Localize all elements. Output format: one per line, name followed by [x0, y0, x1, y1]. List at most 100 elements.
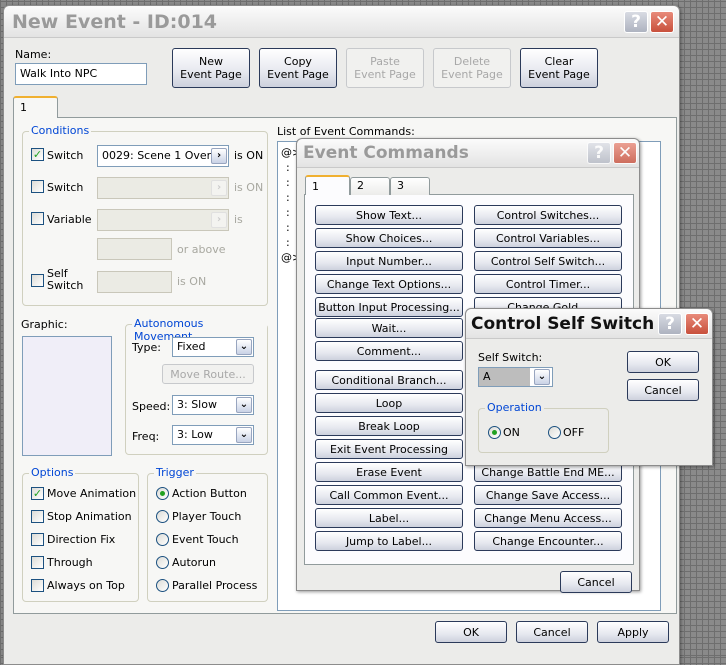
cancel-button[interactable]: Cancel	[516, 621, 588, 643]
command-button[interactable]: Jump to Label...	[315, 531, 463, 551]
option-label: Move Animation	[47, 487, 137, 500]
trigger-label: Player Touch	[172, 510, 242, 523]
option-label: Stop Animation	[47, 510, 132, 523]
trigger-radio[interactable]	[156, 487, 169, 500]
command-line[interactable]: :	[286, 161, 290, 174]
name-label: Name:	[15, 48, 52, 61]
switch2-label: Switch	[47, 181, 84, 194]
option-checkbox[interactable]	[31, 533, 44, 546]
option-checkbox[interactable]	[31, 556, 44, 569]
type-dropdown-icon[interactable]: ⌄	[236, 339, 252, 355]
command-button[interactable]: Show Text...	[315, 205, 463, 225]
switch1-field[interactable]: 0029: Scene 1 Over	[97, 145, 229, 167]
or-above-label: or above	[177, 243, 226, 256]
self-switch-title-bar[interactable]: Control Self Switch ? ✕	[466, 309, 712, 339]
command-button[interactable]: Label...	[315, 508, 463, 528]
command-button[interactable]: Wait...	[315, 318, 463, 338]
command-button[interactable]: Change Save Access...	[474, 485, 622, 505]
move-route-button: Move Route...	[162, 364, 254, 384]
ok-button[interactable]: OK	[435, 621, 507, 643]
self-switch-close-icon[interactable]: ✕	[685, 313, 709, 335]
trigger-radio[interactable]	[156, 556, 169, 569]
tab-page-1[interactable]: 1	[13, 96, 58, 118]
trigger-radio[interactable]	[156, 533, 169, 546]
command-button[interactable]: Comment...	[315, 341, 463, 361]
trigger-legend: Trigger	[154, 466, 196, 479]
option-checkbox[interactable]	[31, 510, 44, 523]
command-button[interactable]: Control Variables...	[474, 228, 622, 248]
apply-button[interactable]: Apply	[597, 621, 669, 643]
clear-event-page-button[interactable]: Clear Event Page	[520, 48, 598, 88]
commands-list-label: List of Event Commands:	[277, 125, 415, 138]
operation-on-label: ON	[503, 426, 520, 439]
event-commands-tab-1[interactable]: 1	[305, 175, 350, 195]
event-commands-title: Event Commands	[303, 143, 469, 163]
command-button[interactable]: Control Self Switch...	[474, 251, 622, 271]
self-switch-suffix: is ON	[177, 275, 207, 288]
freq-dropdown-icon[interactable]: ⌄	[236, 427, 252, 443]
self-switch-dialog-title: Control Self Switch	[471, 314, 655, 334]
command-line[interactable]: :	[286, 191, 290, 204]
event-commands-close-icon[interactable]: ✕	[613, 142, 637, 164]
command-button[interactable]: Control Timer...	[474, 274, 622, 294]
command-button[interactable]: Call Common Event...	[315, 485, 463, 505]
self-switch-ok-button[interactable]: OK	[627, 351, 699, 373]
switch1-suffix: is ON	[234, 149, 264, 162]
command-button[interactable]: Show Choices...	[315, 228, 463, 248]
command-button[interactable]: Loop	[315, 393, 463, 413]
trigger-label: Event Touch	[172, 533, 239, 546]
switch1-checkbox[interactable]: ✓	[31, 148, 44, 161]
command-button[interactable]: Exit Event Processing	[315, 439, 463, 459]
variable-checkbox[interactable]	[31, 212, 44, 225]
switch2-checkbox[interactable]	[31, 180, 44, 193]
paste-event-page-button: Paste Event Page	[346, 48, 424, 88]
command-button[interactable]: Change Menu Access...	[474, 508, 622, 528]
command-line[interactable]: :	[286, 176, 290, 189]
command-button[interactable]: Conditional Branch...	[315, 370, 463, 390]
command-line[interactable]: :	[286, 206, 290, 219]
conditions-legend: Conditions	[29, 124, 92, 137]
command-line[interactable]: :	[286, 236, 290, 249]
variable-label: Variable	[47, 213, 92, 226]
self-switch-dropdown-icon[interactable]: ⌄	[534, 369, 550, 385]
operation-legend: Operation	[485, 401, 544, 414]
event-commands-tab-3[interactable]: 3	[390, 177, 430, 195]
self-switch-help-icon[interactable]: ?	[658, 313, 682, 335]
new-event-page-button[interactable]: New Event Page	[172, 48, 250, 88]
event-commands-cancel-button[interactable]: Cancel	[560, 571, 632, 593]
self-switch-cancel-button[interactable]: Cancel	[627, 379, 699, 401]
trigger-radio[interactable]	[156, 510, 169, 523]
option-checkbox[interactable]	[31, 579, 44, 592]
command-button[interactable]: Input Number...	[315, 251, 463, 271]
self-switch-checkbox[interactable]	[31, 274, 44, 287]
option-checkbox[interactable]: ✓	[31, 487, 44, 500]
graphic-preview[interactable]	[22, 336, 112, 456]
trigger-label: Action Button	[172, 487, 247, 500]
command-button[interactable]: Change Encounter...	[474, 531, 622, 551]
copy-event-page-button[interactable]: Copy Event Page	[259, 48, 337, 88]
close-icon[interactable]: ✕	[650, 11, 674, 33]
command-button[interactable]: Break Loop	[315, 416, 463, 436]
command-button[interactable]: Button Input Processing...	[315, 297, 463, 317]
variable-field	[97, 209, 229, 231]
speed-label: Speed:	[132, 400, 171, 413]
switch2-suffix: is ON	[234, 181, 264, 194]
event-commands-help-icon[interactable]: ?	[587, 142, 611, 164]
event-commands-title-bar[interactable]: Event Commands ? ✕	[297, 139, 639, 168]
graphic-label: Graphic:	[21, 318, 68, 331]
name-input[interactable]: Walk Into NPC	[15, 63, 147, 85]
switch1-label: Switch	[47, 149, 84, 162]
command-line[interactable]: :	[286, 221, 290, 234]
speed-dropdown-icon[interactable]: ⌄	[236, 397, 252, 413]
title-bar[interactable]: New Event - ID:014 ? ✕	[4, 6, 679, 38]
help-icon[interactable]: ?	[624, 11, 648, 33]
command-button[interactable]: Erase Event	[315, 462, 463, 482]
option-label: Always on Top	[47, 579, 125, 592]
trigger-radio[interactable]	[156, 579, 169, 592]
switch1-select-button[interactable]: ›	[211, 148, 227, 164]
event-commands-tab-2[interactable]: 2	[350, 177, 390, 195]
command-button[interactable]: Control Switches...	[474, 205, 622, 225]
command-button[interactable]: Change Text Options...	[315, 274, 463, 294]
operation-on-radio[interactable]	[488, 426, 501, 439]
operation-off-radio[interactable]	[548, 426, 561, 439]
